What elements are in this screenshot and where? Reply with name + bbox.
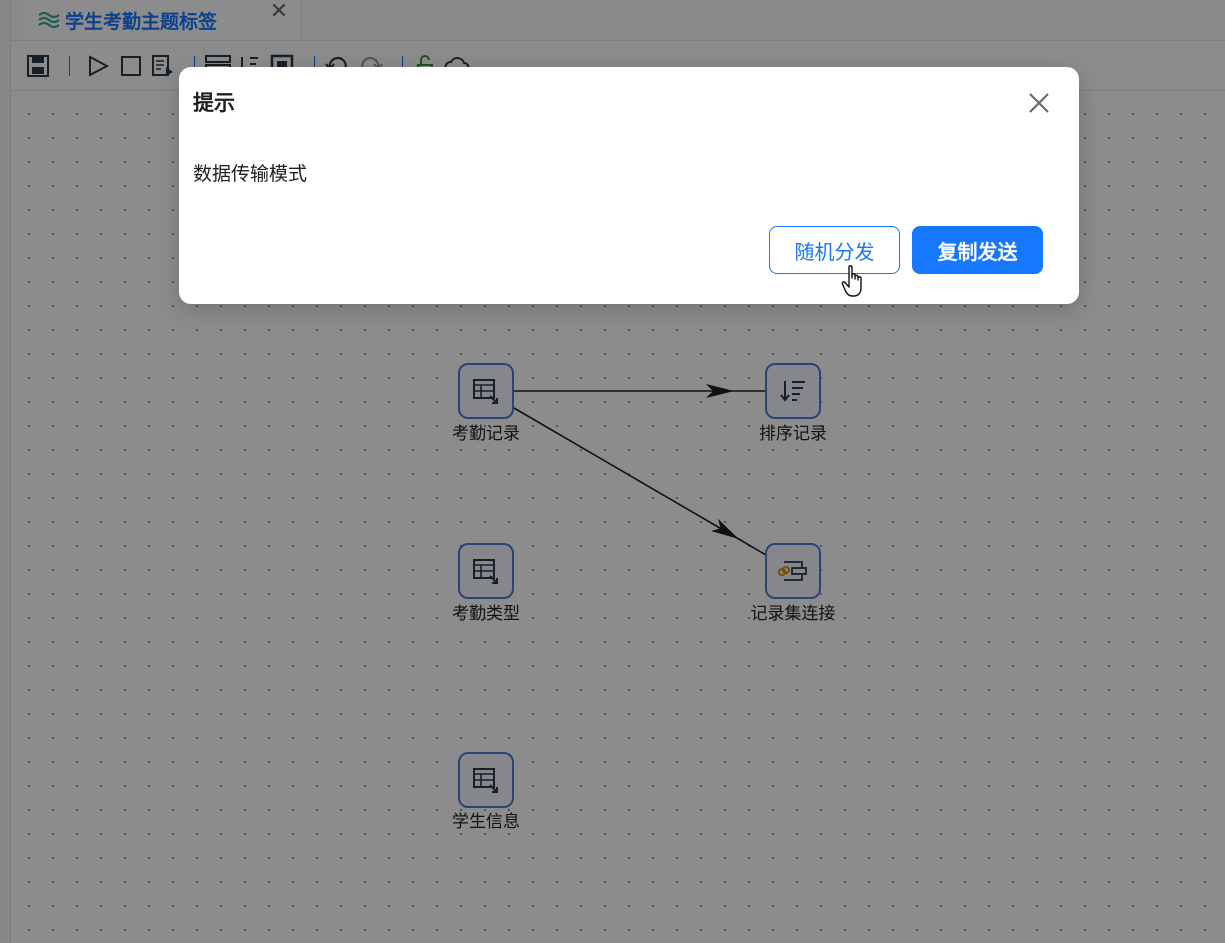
close-icon[interactable] (1025, 89, 1053, 117)
dialog-title: 提示 (193, 91, 235, 115)
dialog-message: 数据传输模式 (193, 163, 308, 185)
random-distribute-button[interactable]: 随机分发 (769, 226, 900, 274)
hand-cursor-icon (841, 265, 862, 297)
transfer-mode-dialog: 提示 数据传输模式 随机分发 复制发送 (179, 67, 1079, 304)
copy-send-button[interactable]: 复制发送 (912, 226, 1043, 274)
